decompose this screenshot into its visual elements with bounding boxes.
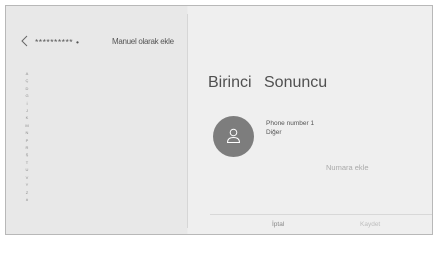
header-title: ********** • — [35, 37, 79, 47]
index-letter[interactable]: M — [24, 122, 30, 129]
separator-dot: • — [75, 37, 80, 47]
index-letter[interactable]: G — [24, 92, 30, 99]
add-number-button[interactable]: Numara ekle — [326, 163, 369, 172]
index-letter[interactable]: Ç — [24, 77, 30, 84]
index-letter[interactable]: R — [24, 144, 30, 151]
footer-divider — [210, 214, 432, 215]
contacts-panel: ********** • Manuel olarak ekle AÇDGİJKM… — [6, 6, 187, 234]
phone-type-label[interactable]: Diğer — [266, 129, 282, 136]
index-letter[interactable]: N — [24, 129, 30, 136]
index-letter[interactable]: A — [24, 70, 30, 77]
chevron-left-icon[interactable] — [20, 34, 30, 47]
phone-number-label[interactable]: Phone number 1 — [266, 120, 314, 127]
header-subtitle: Manuel olarak ekle — [112, 37, 174, 46]
cancel-button[interactable]: İptal — [272, 221, 284, 228]
index-letter[interactable]: İ — [24, 100, 30, 107]
contact-edit-panel: Birinci Sonuncu Phone number 1 Diğer Num… — [188, 6, 432, 234]
index-letter[interactable]: Y — [24, 181, 30, 188]
last-name-field[interactable]: Sonuncu — [264, 74, 327, 92]
index-letter[interactable]: K — [24, 114, 30, 121]
index-letter[interactable]: Z — [24, 189, 30, 196]
alphabet-index[interactable]: A Ç D G İ J K M N P R Ş T U V Y Z # — [24, 70, 30, 203]
index-letter[interactable]: P — [24, 137, 30, 144]
save-button[interactable]: Kaydet — [360, 221, 380, 228]
masked-name: ********** — [35, 37, 74, 47]
screen: ********** • Manuel olarak ekle AÇDGİJKM… — [5, 5, 433, 235]
index-letter[interactable]: V — [24, 174, 30, 181]
avatar[interactable] — [213, 116, 254, 157]
index-letter[interactable]: Ş — [24, 151, 30, 158]
index-letter[interactable]: J — [24, 107, 30, 114]
index-letter[interactable]: # — [24, 196, 30, 203]
index-letter[interactable]: T — [24, 159, 30, 166]
first-name-field[interactable]: Birinci — [208, 74, 252, 92]
index-letter[interactable]: U — [24, 166, 30, 173]
person-icon — [226, 128, 241, 143]
index-letter[interactable]: D — [24, 85, 30, 92]
